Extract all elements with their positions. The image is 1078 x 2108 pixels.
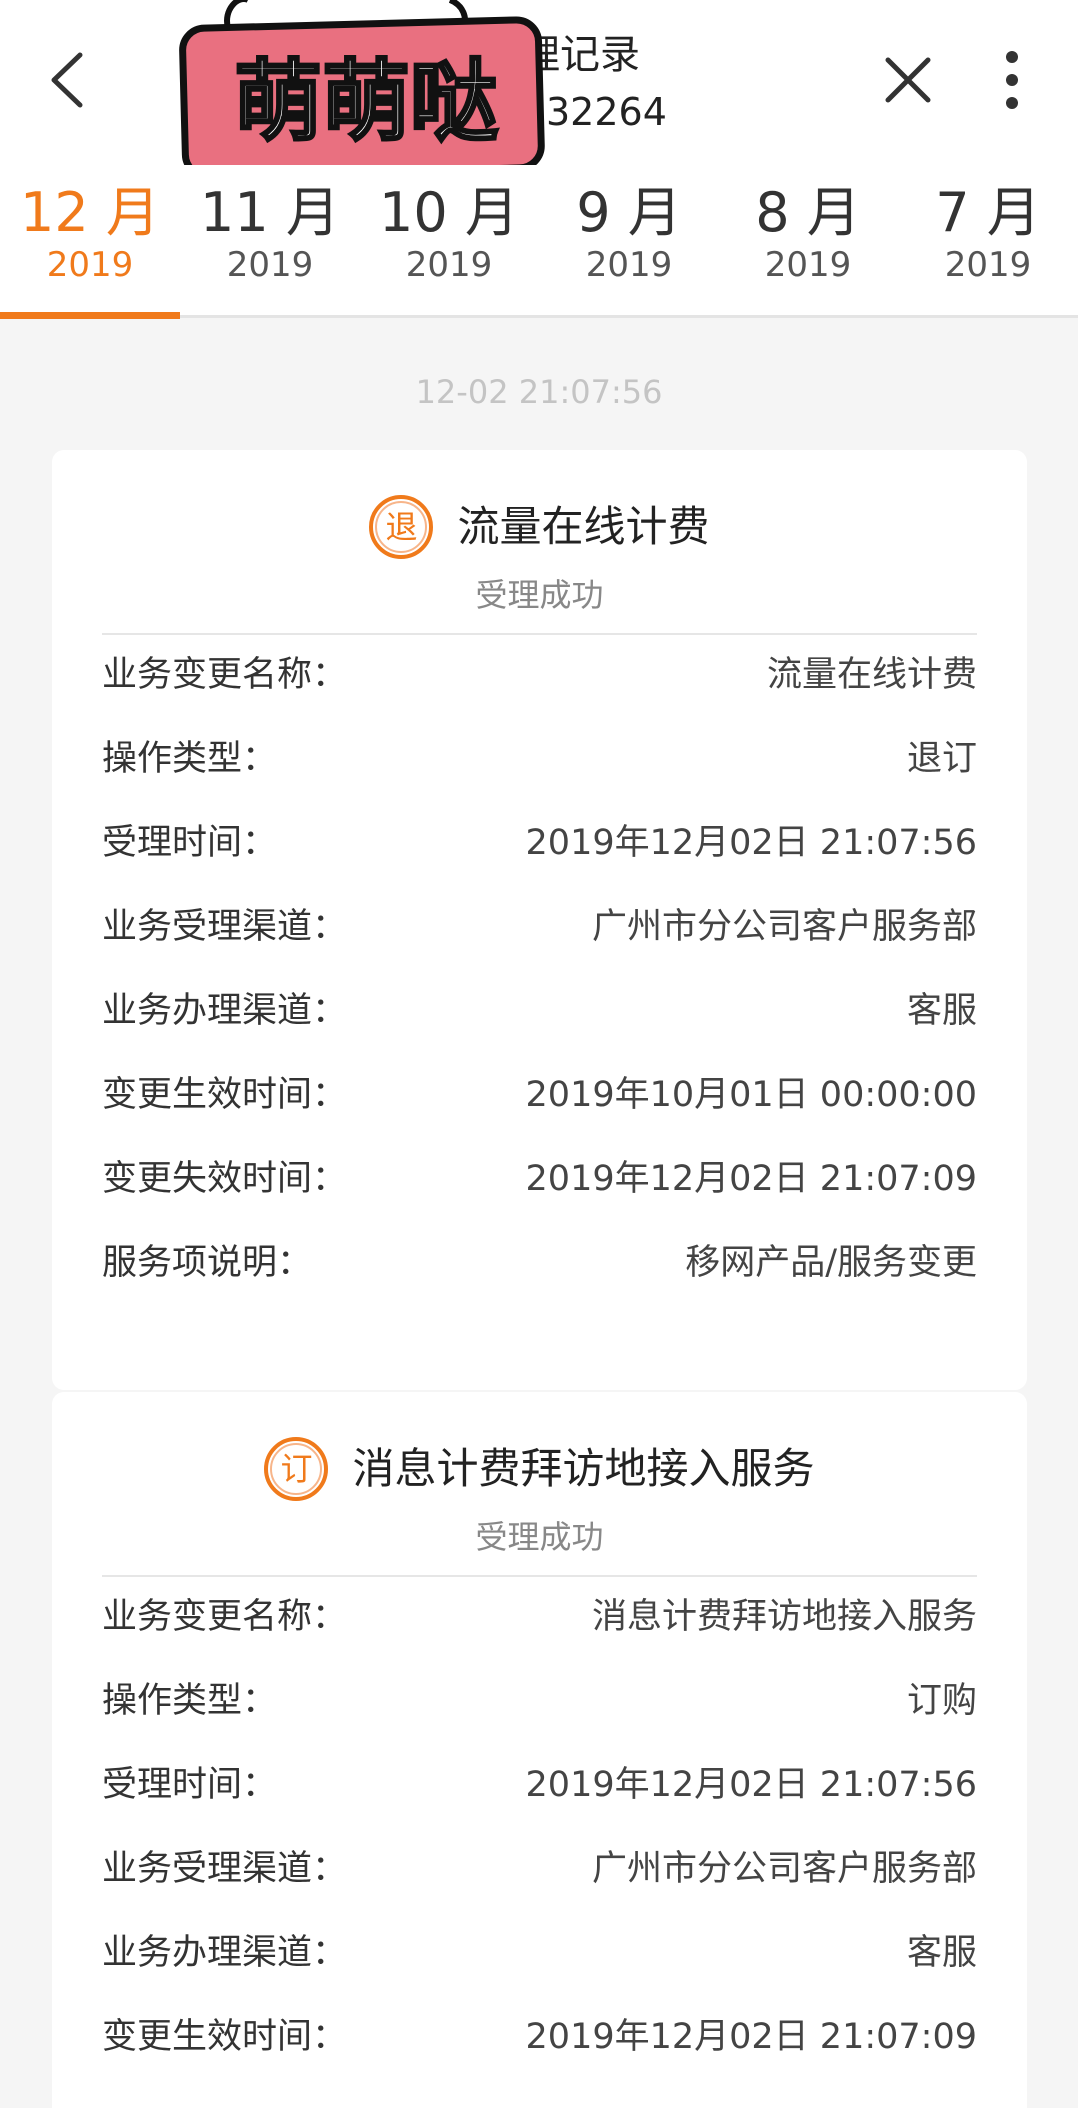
- tab-month-7[interactable]: 7 月 2019: [898, 165, 1078, 315]
- detail-label: 业务变更名称：: [102, 655, 348, 695]
- detail-label: 变更失效时间：: [102, 1159, 348, 1199]
- tab-year-label: 2019: [764, 245, 852, 285]
- top-bar: 理记录 32264 萌萌哒: [0, 0, 1078, 180]
- detail-label: 业务办理渠道：: [102, 991, 348, 1031]
- detail-row: 业务办理渠道： 客服: [102, 969, 977, 1053]
- detail-label: 受理时间：: [102, 1765, 278, 1805]
- tab-month-label: 12 月: [20, 181, 160, 244]
- detail-label: 业务受理渠道：: [102, 907, 348, 947]
- detail-value: 移网产品/服务变更: [685, 1243, 977, 1283]
- phone-number: 32264: [546, 90, 667, 134]
- detail-label: 受理时间：: [102, 823, 278, 863]
- record-card-header: 订消息计费拜访地接入服务 受理成功: [102, 1392, 977, 1577]
- detail-row: 受理时间： 2019年12月02日 21:07:56: [102, 801, 977, 885]
- record-details: 业务变更名称： 消息计费拜访地接入服务 操作类型： 订购 受理时间： 2019年…: [102, 1575, 977, 2079]
- tab-year-label: 2019: [405, 245, 493, 285]
- tab-month-12[interactable]: 12 月 2019: [0, 165, 180, 315]
- tab-month-10[interactable]: 10 月 2019: [359, 165, 539, 315]
- detail-row: 变更生效时间： 2019年10月01日 00:00:00: [102, 1053, 977, 1137]
- tab-month-label: 10 月: [379, 181, 519, 244]
- tab-year-label: 2019: [944, 245, 1032, 285]
- detail-row: 业务变更名称： 消息计费拜访地接入服务: [102, 1575, 977, 1659]
- tab-month-11[interactable]: 11 月 2019: [180, 165, 360, 315]
- detail-row: 操作类型： 订购: [102, 1659, 977, 1743]
- detail-value: 客服: [906, 991, 977, 1031]
- unsubscribe-badge-icon: 退: [369, 495, 434, 559]
- detail-row: 业务受理渠道： 广州市分公司客户服务部: [102, 1827, 977, 1911]
- back-arrow-icon[interactable]: [38, 45, 98, 115]
- record-title: 流量在线计费: [457, 502, 710, 551]
- detail-row: 业务变更名称： 流量在线计费: [102, 633, 977, 717]
- record-timestamp: 12-02 21:07:56: [415, 373, 663, 411]
- detail-value: 客服: [906, 1933, 977, 1973]
- detail-value: 订购: [906, 1681, 977, 1721]
- more-options-icon[interactable]: [990, 45, 1035, 115]
- record-status: 受理成功: [475, 576, 604, 614]
- detail-row: 操作类型： 退订: [102, 717, 977, 801]
- record-card[interactable]: 退流量在线计费 受理成功 业务变更名称： 流量在线计费 操作类型： 退订 受理时…: [52, 450, 1027, 1390]
- detail-value: 2019年10月01日 00:00:00: [525, 1075, 977, 1115]
- detail-value: 广州市分公司客户服务部: [591, 1849, 977, 1889]
- tab-month-8[interactable]: 8 月 2019: [718, 165, 898, 315]
- detail-value: 广州市分公司客户服务部: [591, 907, 977, 947]
- detail-value: 2019年12月02日 21:07:56: [525, 1765, 977, 1805]
- detail-row: 变更生效时间： 2019年12月02日 21:07:09: [102, 1995, 977, 2079]
- record-status: 受理成功: [475, 1518, 604, 1556]
- record-card-header: 退流量在线计费 受理成功: [102, 450, 977, 635]
- detail-row: 受理时间： 2019年12月02日 21:07:56: [102, 1743, 977, 1827]
- tab-month-label: 7 月: [935, 181, 1041, 244]
- detail-label: 变更生效时间：: [102, 2017, 348, 2057]
- tab-year-label: 2019: [226, 245, 314, 285]
- detail-value: 流量在线计费: [766, 655, 977, 695]
- tab-month-label: 11 月: [200, 181, 340, 244]
- detail-value: 2019年12月02日 21:07:56: [525, 823, 977, 863]
- detail-label: 操作类型：: [102, 739, 278, 779]
- detail-label: 业务办理渠道：: [102, 1933, 348, 1973]
- detail-label: 操作类型：: [102, 1681, 278, 1721]
- month-tab-bar: 12 月 2019 11 月 2019 10 月 2019 9 月 2019 8…: [0, 165, 1078, 319]
- detail-label: 业务受理渠道：: [102, 1849, 348, 1889]
- active-tab-indicator: [0, 312, 180, 319]
- detail-label: 服务项说明：: [102, 1243, 313, 1283]
- tab-month-9[interactable]: 9 月 2019: [539, 165, 719, 315]
- tab-month-label: 8 月: [755, 181, 861, 244]
- detail-value: 消息计费拜访地接入服务: [591, 1597, 977, 1637]
- detail-label: 业务变更名称：: [102, 1597, 348, 1637]
- detail-label: 变更生效时间：: [102, 1075, 348, 1115]
- detail-value: 2019年12月02日 21:07:09: [525, 2017, 977, 2057]
- detail-row: 业务受理渠道： 广州市分公司客户服务部: [102, 885, 977, 969]
- cute-sticker: 萌萌哒: [178, 0, 548, 180]
- detail-row: 业务办理渠道： 客服: [102, 1911, 977, 1995]
- record-details: 业务变更名称： 流量在线计费 操作类型： 退订 受理时间： 2019年12月02…: [102, 633, 977, 1305]
- detail-value: 2019年12月02日 21:07:09: [525, 1159, 977, 1199]
- tab-year-label: 2019: [585, 245, 673, 285]
- tab-year-label: 2019: [46, 245, 134, 285]
- subscribe-badge-icon: 订: [264, 1437, 329, 1501]
- detail-value: 退订: [906, 739, 977, 779]
- tab-month-label: 9 月: [576, 181, 682, 244]
- detail-row: 服务项说明： 移网产品/服务变更: [102, 1221, 977, 1305]
- sticker-text: 萌萌哒: [234, 50, 498, 153]
- record-card[interactable]: 订消息计费拜访地接入服务 受理成功 业务变更名称： 消息计费拜访地接入服务 操作…: [52, 1392, 1027, 2108]
- close-icon[interactable]: [878, 50, 938, 110]
- record-title: 消息计费拜访地接入服务: [352, 1444, 815, 1493]
- detail-row: 变更失效时间： 2019年12月02日 21:07:09: [102, 1137, 977, 1221]
